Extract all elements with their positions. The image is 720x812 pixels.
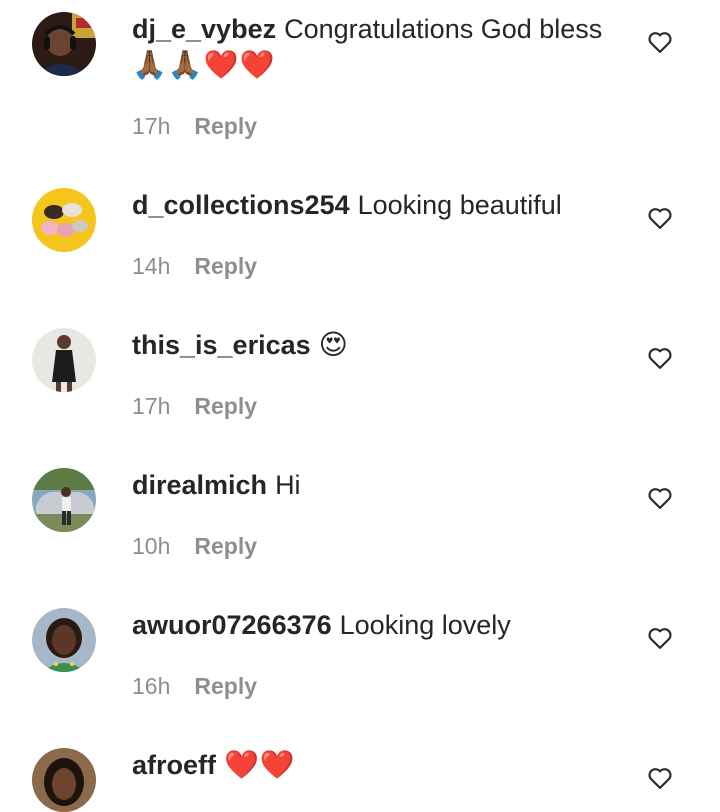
heart-outline-icon — [648, 768, 672, 789]
comment-username[interactable]: d_collections254 — [132, 190, 350, 220]
like-button[interactable] — [646, 344, 674, 372]
comment-emoji: 🙏🏾🙏🏾❤️❤️ — [132, 48, 276, 81]
comment-timestamp: 14h — [132, 253, 171, 279]
comment-timestamp: 17h — [132, 393, 171, 419]
heart-outline-icon — [648, 32, 672, 53]
comment-text: Hi — [275, 470, 301, 500]
reply-button[interactable]: Reply — [194, 533, 257, 559]
like-button[interactable] — [646, 624, 674, 652]
heart-outline-icon — [648, 488, 672, 509]
woman-avatar-image — [32, 748, 96, 812]
user-avatar[interactable] — [32, 328, 96, 392]
woman-black-dress-avatar-image — [32, 328, 96, 392]
comment-text: Looking beautiful — [357, 190, 562, 220]
user-avatar[interactable] — [32, 608, 96, 672]
comment-username[interactable]: awuor07266376 — [132, 610, 332, 640]
like-button[interactable] — [646, 28, 674, 56]
like-button[interactable] — [646, 484, 674, 512]
user-avatar[interactable] — [32, 12, 96, 76]
man-car-avatar-image — [32, 468, 96, 532]
comment-timestamp: 16h — [132, 673, 171, 699]
slippers-avatar-image — [32, 188, 96, 252]
comment-emoji: 😍 — [318, 328, 349, 361]
comment-username[interactable]: this_is_ericas — [132, 330, 311, 360]
heart-outline-icon — [648, 348, 672, 369]
like-button[interactable] — [646, 764, 674, 792]
reply-button[interactable]: Reply — [194, 253, 257, 279]
comment-text: Looking lovely — [339, 610, 511, 640]
comment-text: Congratulations God bless — [284, 14, 603, 44]
heart-outline-icon — [648, 208, 672, 229]
comment-timestamp: 10h — [132, 533, 171, 559]
user-avatar[interactable] — [32, 748, 96, 812]
reply-button[interactable]: Reply — [194, 113, 257, 139]
like-button[interactable] — [646, 204, 674, 232]
reply-button[interactable]: Reply — [194, 393, 257, 419]
heart-outline-icon — [648, 628, 672, 649]
woman-portrait-avatar-image — [32, 608, 96, 672]
comment-username[interactable]: afroeff — [132, 750, 216, 780]
comment-username[interactable]: direalmich — [132, 470, 267, 500]
comment-timestamp: 17h — [132, 113, 171, 139]
user-avatar[interactable] — [32, 468, 96, 532]
user-avatar[interactable] — [32, 188, 96, 252]
comment-username[interactable]: dj_e_vybez — [132, 14, 276, 44]
comment-emoji: ❤️❤️ — [224, 748, 296, 781]
reply-button[interactable]: Reply — [194, 673, 257, 699]
dj-avatar-image — [32, 12, 96, 76]
